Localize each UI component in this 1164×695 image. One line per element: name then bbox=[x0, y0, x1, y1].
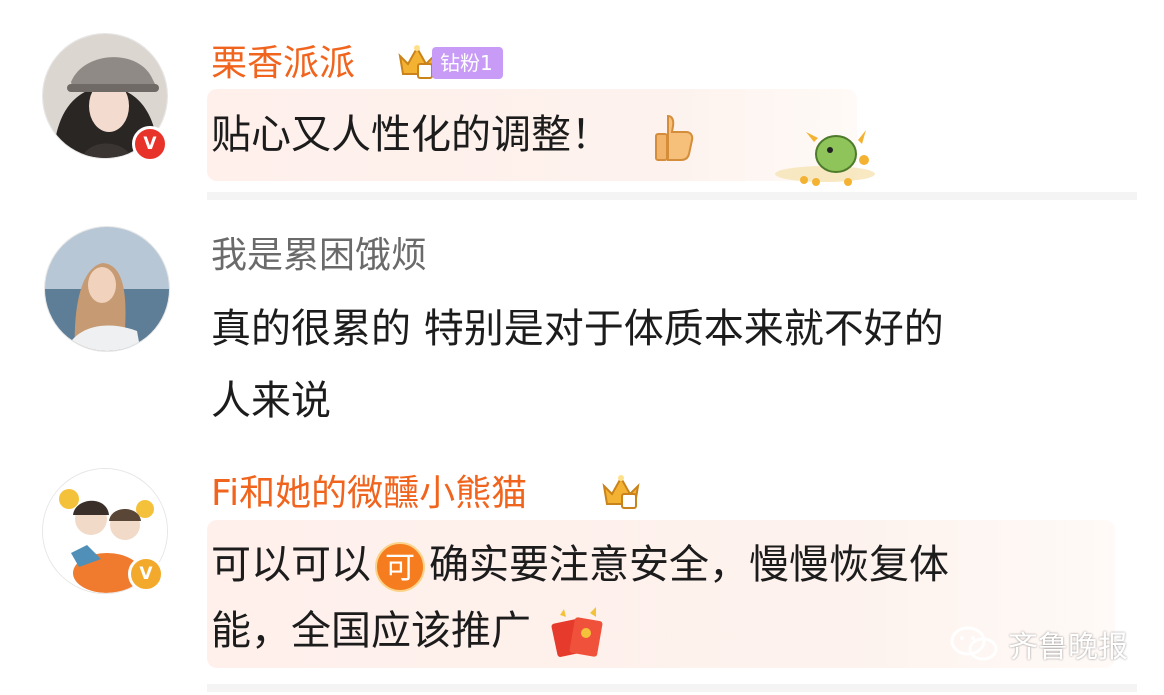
comment-divider bbox=[207, 684, 1137, 692]
comment-text-post: 确实要注意安全，慢慢恢复体 bbox=[429, 542, 949, 588]
wechat-logo-icon bbox=[950, 626, 998, 661]
verified-badge-icon: V bbox=[128, 556, 164, 592]
watermark: 齐鲁晚报 bbox=[950, 622, 1128, 666]
comment-3: V Fi和她的微醺小熊猫 可以可以可确实要注意安全，慢慢恢复体 能，全国应该推广 bbox=[0, 0, 1164, 695]
username[interactable]: Fi和她的微醺小熊猫 bbox=[211, 472, 527, 516]
red-envelope-emoji-icon bbox=[551, 607, 603, 657]
comment-text-line-1: 可以可以可确实要注意安全，慢慢恢复体 bbox=[211, 530, 949, 600]
crown-badge-icon bbox=[602, 475, 640, 509]
comment-text-line-2: 能，全国应该推广 bbox=[211, 596, 604, 666]
comment-text-pre: 可以可以 bbox=[211, 542, 371, 588]
comment-text-content: 能，全国应该推广 bbox=[211, 608, 531, 654]
ke-emoji-icon: 可 bbox=[375, 542, 425, 592]
watermark-text: 齐鲁晚报 bbox=[1008, 630, 1128, 665]
